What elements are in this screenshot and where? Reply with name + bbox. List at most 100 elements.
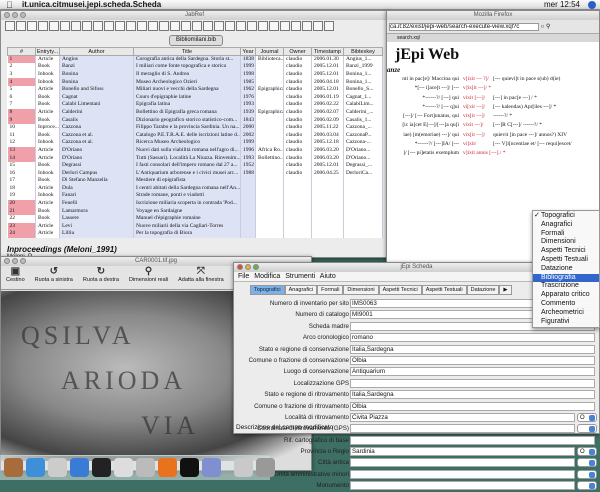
field-input[interactable] bbox=[350, 458, 575, 468]
column-header[interactable]: Journal bbox=[255, 47, 284, 56]
search-icon[interactable]: ⚲ bbox=[546, 24, 550, 30]
field-input[interactable]: romano bbox=[350, 333, 595, 343]
field-input[interactable] bbox=[350, 481, 575, 491]
tab-aspetti-testuali[interactable]: Aspetti Testuali bbox=[421, 285, 467, 295]
field-input[interactable]: Civita Piazza bbox=[350, 412, 575, 422]
toolbar-button-icon[interactable] bbox=[225, 21, 235, 31]
menu-file[interactable]: File bbox=[238, 273, 249, 280]
table-row[interactable]: 11 Book Cazzona et al. Catalogo P.E.T.R.A.E… bbox=[7, 131, 383, 140]
toolbar-button-icon[interactable] bbox=[148, 21, 158, 31]
table-row[interactable]: 15 Book Degrassi I fasti consolari dell'imp… bbox=[7, 161, 383, 170]
field-input[interactable]: Olbia bbox=[350, 355, 595, 365]
firefox-icon[interactable] bbox=[158, 458, 177, 477]
tab-aspetti-tecnici[interactable]: Aspetti Tecnici bbox=[378, 285, 422, 295]
field-select[interactable] bbox=[577, 481, 597, 491]
toolbar-button-icon[interactable] bbox=[137, 21, 147, 31]
menu-modifica[interactable]: Modifica bbox=[254, 273, 280, 280]
menu-item[interactable]: Figurativi bbox=[533, 318, 599, 327]
column-header[interactable]: Year bbox=[240, 47, 256, 56]
menu-item[interactable]: ✓ Topografici bbox=[533, 212, 599, 221]
menu-item[interactable]: Dimensioni bbox=[533, 238, 599, 247]
table-row[interactable]: 12 Inbook Cazzona et al. Ricerca Museo Arch… bbox=[7, 139, 383, 147]
table-row[interactable]: 14 Article D'Oriano Tutti (Sassari). Locali… bbox=[7, 154, 383, 162]
field-select[interactable] bbox=[577, 458, 597, 468]
menu-item[interactable]: Aspetti Tecnici bbox=[533, 247, 599, 256]
spotlight-icon[interactable] bbox=[588, 1, 596, 9]
table-row[interactable]: 24 Article Lilliu Per la topografia di Bior… bbox=[7, 230, 383, 238]
toolbar-button-icon[interactable] bbox=[115, 21, 125, 31]
toolbar-button-icon[interactable] bbox=[280, 21, 290, 31]
column-header[interactable]: Owner bbox=[283, 47, 312, 56]
toolbar-button-icon[interactable] bbox=[38, 21, 48, 31]
toolbar-button-icon[interactable] bbox=[214, 21, 224, 31]
menu-item[interactable]: Aspetti Testuali bbox=[533, 256, 599, 265]
toolbar-button-icon[interactable] bbox=[269, 21, 279, 31]
jr-icon[interactable] bbox=[180, 458, 199, 477]
table-row[interactable]: 19 Inbook Fanari Strade romane, ponti e via… bbox=[7, 192, 383, 200]
table-row[interactable]: 5 Article Bonello and Sifoss Miliari nuovi … bbox=[7, 85, 383, 94]
itunes-icon[interactable] bbox=[202, 458, 221, 477]
column-header[interactable]: Bibtexkey bbox=[343, 47, 383, 56]
toolbar-button-icon[interactable] bbox=[247, 21, 257, 31]
tab-anagrafici[interactable]: Anagrafici bbox=[284, 285, 318, 295]
table-row[interactable]: 20 Article Fenelli Iscrizione miliaria scop… bbox=[7, 199, 383, 208]
menu-item[interactable]: Bibliografia bbox=[533, 273, 599, 283]
menu-item[interactable]: Trascrizione bbox=[533, 282, 599, 291]
menu-strumenti[interactable]: Strumenti bbox=[285, 273, 315, 280]
field-input[interactable] bbox=[350, 378, 595, 388]
column-header[interactable]: Title bbox=[133, 47, 241, 56]
table-row[interactable]: 13 Article D'Oriano Nuovi dati sulla viabil… bbox=[7, 146, 383, 155]
toolbar-button-icon[interactable] bbox=[49, 21, 59, 31]
toolbar-button-icon[interactable] bbox=[203, 21, 213, 31]
menu-item[interactable]: Formali bbox=[533, 230, 599, 239]
finder-icon[interactable] bbox=[48, 458, 67, 477]
column-header[interactable]: Author bbox=[59, 47, 134, 56]
table-row[interactable]: 6 Book Cagnat Cours d'epigraphie latine 1976… bbox=[7, 93, 383, 102]
toolbar-button-icon[interactable] bbox=[324, 21, 334, 31]
menu-item[interactable]: Archeometrici bbox=[533, 309, 599, 318]
table-row[interactable]: 21 Book Lamarmora Voyage en Sardaigne bbox=[7, 207, 383, 215]
tabs-more-button[interactable]: ▶ bbox=[499, 285, 512, 295]
word-icon[interactable] bbox=[70, 458, 89, 477]
field-input[interactable] bbox=[350, 435, 595, 445]
app-name[interactable]: it.unica.citmusei.jepi.scheda.Scheda bbox=[22, 0, 161, 9]
menu-item[interactable]: Anagrafici bbox=[533, 221, 599, 230]
table-row[interactable]: 2 Book Banzi I miliari come fonte topografi… bbox=[7, 63, 383, 71]
tool-rotate-right[interactable]: ↻ Ruota a destra bbox=[78, 266, 124, 289]
field-input[interactable]: Italia,Sardegna bbox=[350, 390, 595, 400]
tab-bibfile[interactable]: Bibliomilani.bib bbox=[169, 35, 224, 46]
toolbar-button-icon[interactable] bbox=[126, 21, 136, 31]
preview-icon[interactable] bbox=[136, 458, 155, 477]
table-row[interactable]: 7 Book Calabi Limentani Epigrafia latina 199… bbox=[7, 101, 383, 109]
column-header[interactable]: Timestamp bbox=[311, 47, 344, 56]
menu-aiuto[interactable]: Aiuto bbox=[320, 273, 336, 280]
field-select[interactable]: O bbox=[577, 412, 597, 422]
terminal-icon[interactable] bbox=[92, 458, 111, 477]
title-bar[interactable]: Mozilla Firefox bbox=[387, 11, 599, 20]
toolbar-button-icon[interactable] bbox=[159, 21, 169, 31]
trash-icon[interactable] bbox=[256, 458, 275, 477]
field-input[interactable]: Italia,Sardegna bbox=[350, 344, 595, 354]
column-header[interactable]: Entryty... bbox=[35, 47, 60, 56]
safari-icon[interactable] bbox=[26, 458, 45, 477]
toolbar-button-icon[interactable] bbox=[82, 21, 92, 31]
column-header[interactable]: # bbox=[7, 47, 36, 56]
tab-dimensioni[interactable]: Dimensioni bbox=[343, 285, 379, 295]
field-input[interactable] bbox=[350, 424, 575, 434]
toolbar-button-icon[interactable] bbox=[60, 21, 70, 31]
toolbar-button-icon[interactable] bbox=[104, 21, 114, 31]
textedit-icon[interactable] bbox=[114, 458, 133, 477]
field-select[interactable] bbox=[577, 424, 597, 434]
tab-formali[interactable]: Formali bbox=[317, 285, 344, 295]
toolbar-button-icon[interactable] bbox=[192, 21, 202, 31]
photo-icon[interactable] bbox=[4, 458, 23, 477]
apple-icon[interactable]:  bbox=[6, 0, 13, 10]
field-input[interactable] bbox=[350, 469, 575, 479]
toolbar-button-icon[interactable] bbox=[302, 21, 312, 31]
table-row[interactable]: 8 Article Calderini Bollettino di Epigrafia… bbox=[7, 108, 383, 117]
toolbar-button-icon[interactable] bbox=[170, 21, 180, 31]
clock[interactable]: mer 12:54 bbox=[544, 0, 580, 10]
table-row[interactable]: 17 Book Di Stefano Manzella Mestiere di epi… bbox=[7, 177, 383, 185]
tool-rotate-left[interactable]: ↺ Ruota a sinistra bbox=[30, 266, 78, 289]
toolbar-button-icon[interactable] bbox=[258, 21, 268, 31]
